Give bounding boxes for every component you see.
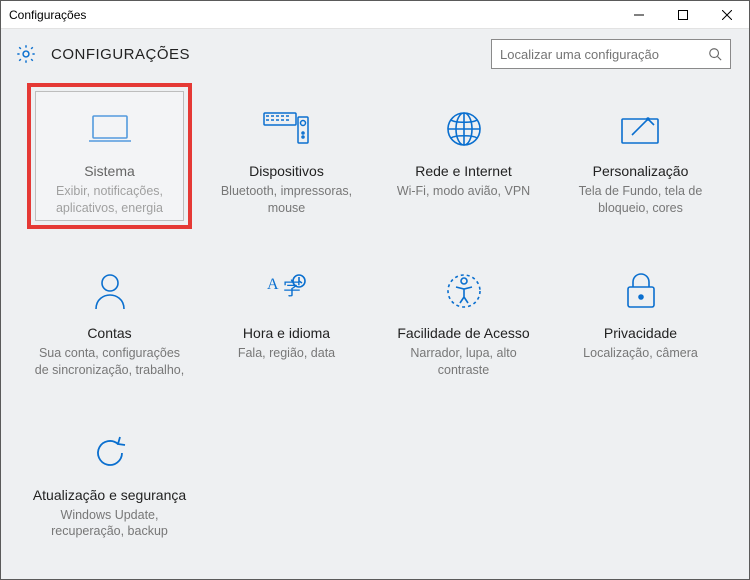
globe-icon — [444, 107, 484, 151]
minimize-button[interactable] — [617, 1, 661, 28]
accounts-icon — [92, 269, 128, 313]
personalization-icon — [618, 107, 664, 151]
tile-ease-of-access[interactable]: Facilidade de Acesso Narrador, lupa, alt… — [375, 251, 552, 393]
tile-system[interactable]: Sistema Exibir, notificações, aplicativo… — [21, 89, 198, 231]
header: CONFIGURAÇÕES — [1, 29, 749, 79]
tile-devices[interactable]: Dispositivos Bluetooth, impressoras, mou… — [198, 89, 375, 231]
tile-desc: Fala, região, data — [238, 345, 335, 362]
tile-title: Rede e Internet — [415, 163, 512, 179]
tile-desc: Tela de Fundo, tela de bloqueio, cores — [562, 183, 719, 217]
window-controls — [617, 1, 749, 28]
tile-desc: Sua conta, configurações de sincronizaçã… — [31, 345, 188, 379]
tile-desc: Narrador, lupa, alto contraste — [385, 345, 542, 379]
search-input[interactable] — [500, 47, 708, 62]
tile-desc: Windows Update, recuperação, backup — [31, 507, 188, 541]
tile-desc: Bluetooth, impressoras, mouse — [208, 183, 365, 217]
tile-title: Personalização — [593, 163, 689, 179]
tile-personalization[interactable]: Personalização Tela de Fundo, tela de bl… — [552, 89, 729, 231]
tile-desc: Wi-Fi, modo avião, VPN — [397, 183, 530, 200]
maximize-button[interactable] — [661, 1, 705, 28]
tile-desc: Exibir, notificações, aplicativos, energ… — [31, 183, 188, 217]
content-area: CONFIGURAÇÕES Sistema Exibir, notifica — [1, 29, 749, 579]
tile-title: Contas — [87, 325, 131, 341]
close-icon — [722, 10, 732, 20]
page-title: CONFIGURAÇÕES — [51, 46, 491, 63]
close-button[interactable] — [705, 1, 749, 28]
settings-grid: Sistema Exibir, notificações, aplicativo… — [1, 79, 749, 564]
maximize-icon — [678, 10, 688, 20]
tile-privacy[interactable]: Privacidade Localização, câmera — [552, 251, 729, 393]
tile-title: Atualização e segurança — [33, 487, 186, 503]
tile-title: Facilidade de Acesso — [397, 325, 529, 341]
svg-text:A: A — [267, 276, 279, 293]
tile-title: Hora e idioma — [243, 325, 330, 341]
svg-text:字: 字 — [283, 279, 301, 299]
update-icon — [90, 431, 130, 475]
titlebar: Configurações — [1, 1, 749, 29]
window-title: Configurações — [9, 8, 617, 22]
lock-icon — [624, 269, 658, 313]
tile-title: Dispositivos — [249, 163, 324, 179]
settings-window: Configurações CONFIGURAÇÕES — [0, 0, 750, 580]
ease-of-access-icon — [444, 269, 484, 313]
devices-icon — [262, 107, 312, 151]
minimize-icon — [634, 10, 644, 20]
search-box[interactable] — [491, 39, 731, 69]
tile-title: Privacidade — [604, 325, 677, 341]
tile-title: Sistema — [84, 163, 135, 179]
tile-update-security[interactable]: Atualização e segurança Windows Update, … — [21, 413, 198, 555]
tile-desc: Localização, câmera — [583, 345, 698, 362]
search-icon — [708, 47, 722, 61]
tile-network[interactable]: Rede e Internet Wi-Fi, modo avião, VPN — [375, 89, 552, 231]
tile-accounts[interactable]: Contas Sua conta, configurações de sincr… — [21, 251, 198, 393]
tile-time-language[interactable]: A 字 Hora e idioma Fala, região, data — [198, 251, 375, 393]
system-icon — [87, 107, 133, 151]
time-language-icon: A 字 — [265, 269, 309, 313]
gear-icon — [15, 43, 37, 65]
